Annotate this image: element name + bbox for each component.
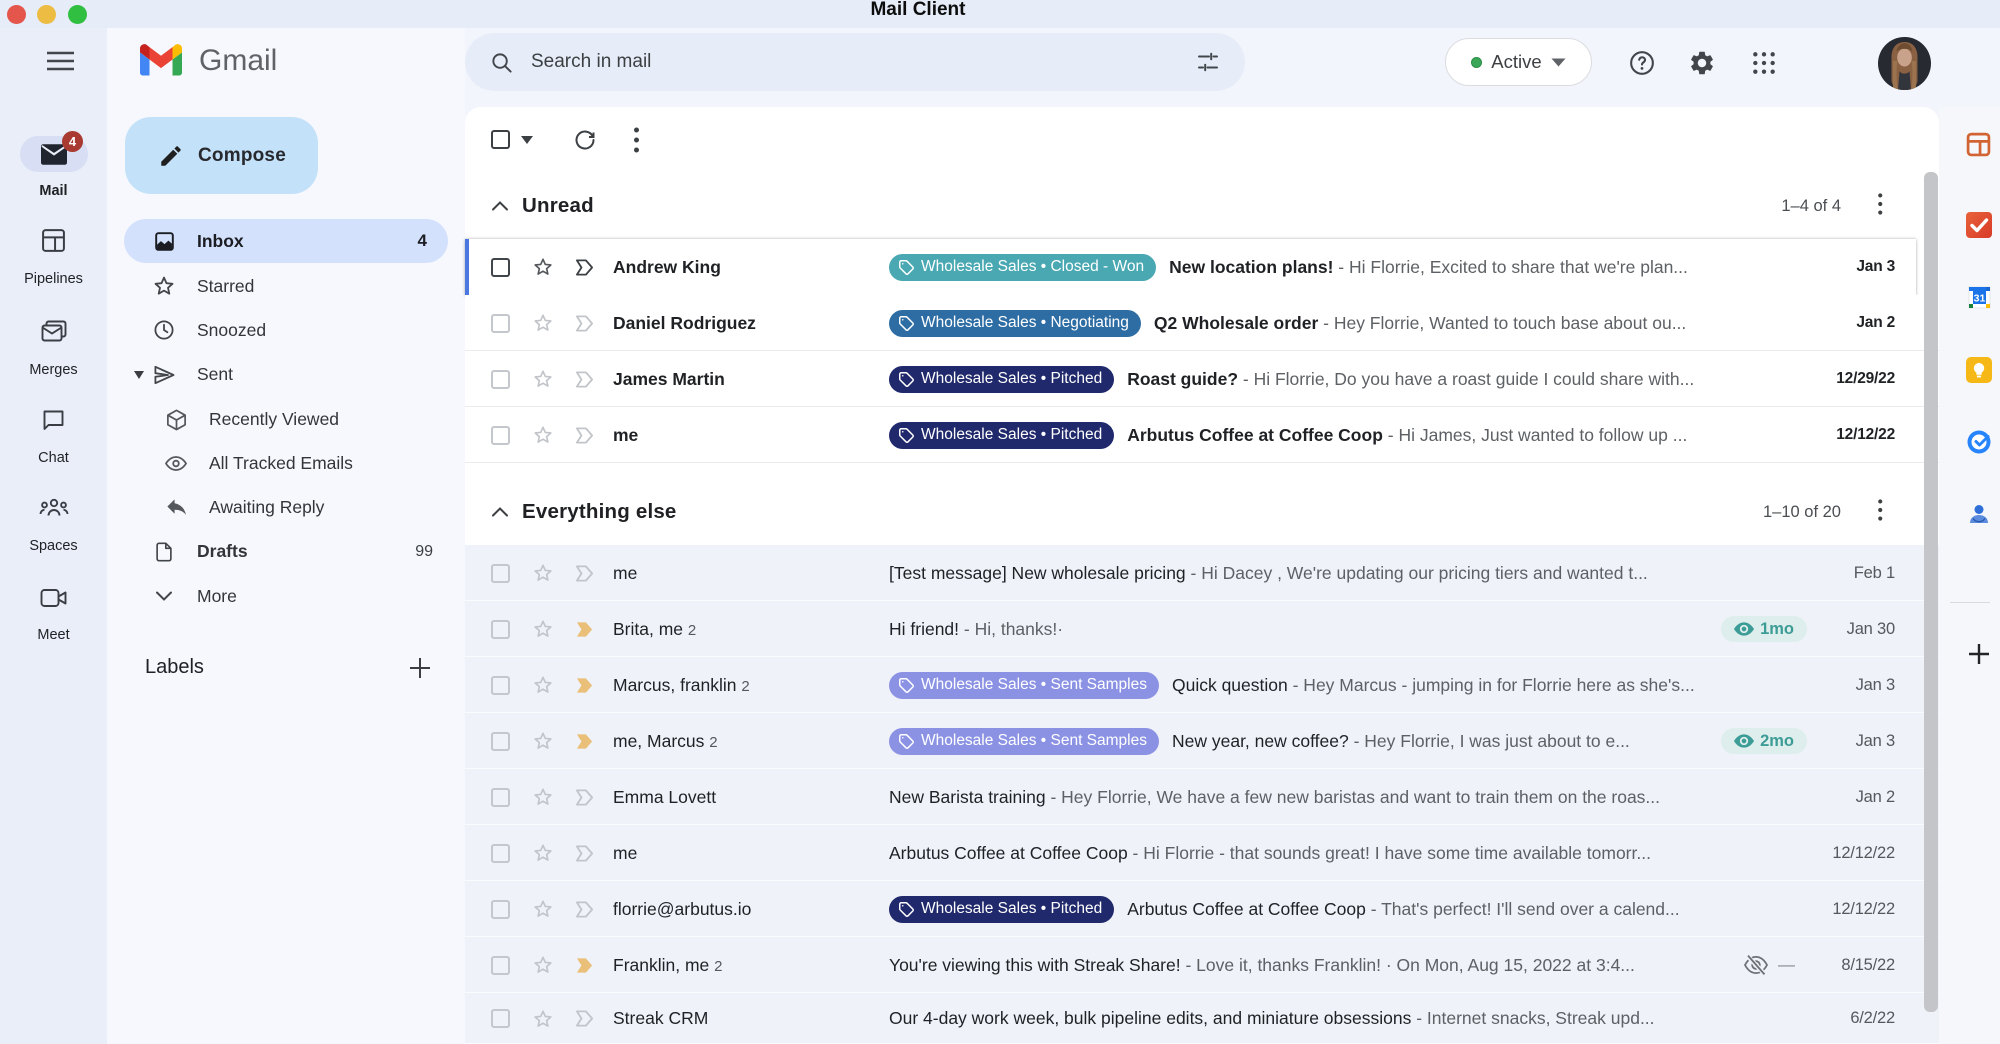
- svg-text:31: 31: [1974, 293, 1986, 305]
